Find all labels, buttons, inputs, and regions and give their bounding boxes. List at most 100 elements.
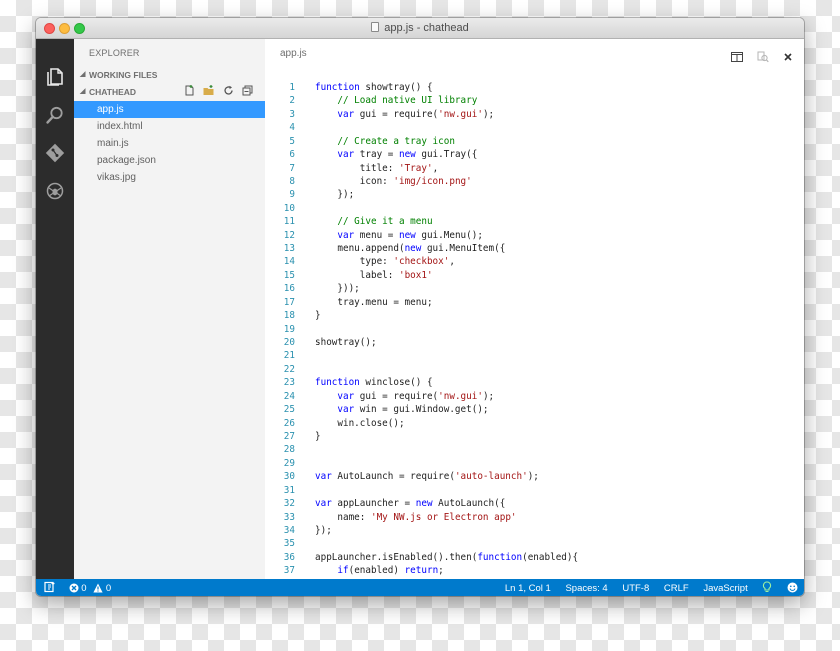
explorer-title: EXPLORER	[89, 48, 140, 58]
end-of-line[interactable]: CRLF	[664, 583, 689, 594]
encoding[interactable]: UTF-8	[622, 583, 649, 594]
code-editor: app.js 1 function showtray() {2 // Load n…	[265, 39, 804, 579]
line-number: 24	[283, 390, 295, 402]
code-line[interactable]: 23 function winclose() {	[265, 376, 804, 389]
lightbulb-icon[interactable]	[762, 581, 772, 596]
files-icon[interactable]	[45, 67, 65, 87]
code-line[interactable]: 16 }));	[265, 282, 804, 295]
code-line[interactable]: 19	[265, 323, 804, 336]
code-line[interactable]: 36 appLauncher.isEnabled().then(function(…	[265, 551, 804, 564]
split-editor-icon[interactable]	[731, 50, 744, 62]
file-item-package-json[interactable]: package.json	[74, 152, 265, 169]
line-code: });	[315, 524, 332, 536]
code-line[interactable]: 6 var tray = new gui.Tray({	[265, 148, 804, 161]
collapse-all-icon[interactable]	[242, 85, 253, 96]
code-line[interactable]: 31	[265, 484, 804, 497]
code-line[interactable]: 8 icon: 'img/icon.png'	[265, 175, 804, 188]
code-line[interactable]: 11 // Give it a menu	[265, 215, 804, 228]
code-line[interactable]: 3 var gui = require('nw.gui');	[265, 108, 804, 121]
code-line[interactable]: 15 label: 'box1'	[265, 269, 804, 282]
line-code: // Create a tray icon	[337, 135, 455, 147]
collapse-triangle-icon: ◢	[80, 71, 86, 78]
code-line[interactable]: 12 var menu = new gui.Menu();	[265, 229, 804, 242]
editor-tab-app-js[interactable]: app.js	[280, 48, 307, 59]
code-line[interactable]: 33 name: 'My NW.js or Electron app'	[265, 511, 804, 524]
search-icon[interactable]	[45, 105, 65, 125]
code-line[interactable]: 27}	[265, 430, 804, 443]
new-folder-icon[interactable]	[203, 85, 214, 96]
line-number: 14	[283, 256, 295, 268]
line-number: 21	[283, 350, 295, 362]
refresh-icon[interactable]	[223, 85, 234, 96]
file-item-app-js[interactable]: app.js	[74, 101, 265, 118]
code-line[interactable]: 2 // Load native UI library	[265, 94, 804, 107]
file-item-main-js[interactable]: main.js	[74, 135, 265, 152]
code-line[interactable]: 4	[265, 121, 804, 134]
warning-icon	[93, 583, 103, 596]
feedback-icon[interactable]	[44, 581, 56, 596]
code-line[interactable]: 34});	[265, 524, 804, 537]
code-line[interactable]: 29	[265, 457, 804, 470]
working-files-label: WORKING FILES	[89, 70, 158, 80]
line-code: // Give it a menu	[337, 216, 433, 228]
code-line[interactable]: 1 function showtray() {	[265, 81, 804, 94]
close-editor-icon[interactable]	[782, 50, 794, 62]
line-code: function showtray() {	[315, 82, 433, 93]
code-line[interactable]: 35	[265, 537, 804, 550]
language-mode[interactable]: JavaScript	[703, 583, 747, 594]
code-line[interactable]: 25 var win = gui.Window.get();	[265, 403, 804, 416]
cursor-position[interactable]: Ln 1, Col 1	[505, 583, 551, 594]
file-item-vikas-jpg[interactable]: vikas.jpg	[74, 169, 265, 186]
code-line[interactable]: 14 type: 'checkbox',	[265, 255, 804, 268]
line-code: showtray();	[315, 337, 377, 349]
code-line[interactable]: 5 // Create a tray icon	[265, 135, 804, 148]
code-line[interactable]: 10	[265, 202, 804, 215]
code-line[interactable]: 18}	[265, 309, 804, 322]
code-line[interactable]: 13 menu.append(new gui.MenuItem({	[265, 242, 804, 255]
line-number: 33	[283, 511, 295, 523]
project-section[interactable]: ◢ CHATHEAD	[74, 84, 265, 100]
status-bar: 0 0 Ln 1, Col 1 Spaces: 4 UTF-8 CRLF Jav…	[36, 579, 804, 596]
debug-icon[interactable]	[45, 181, 65, 201]
working-files-section[interactable]: ◢ WORKING FILES	[74, 67, 265, 83]
code-area[interactable]: 1 function showtray() {2 // Load native U…	[265, 81, 804, 579]
line-code: }	[315, 430, 321, 442]
code-line[interactable]: 32 var appLauncher = new AutoLaunch({	[265, 497, 804, 510]
line-number: 15	[283, 269, 295, 281]
code-line[interactable]: 24 var gui = require('nw.gui');	[265, 390, 804, 403]
code-line[interactable]: 7 title: 'Tray',	[265, 162, 804, 175]
code-line[interactable]: 28	[265, 443, 804, 456]
line-number: 32	[283, 498, 295, 510]
code-line[interactable]: 17 tray.menu = menu;	[265, 296, 804, 309]
line-number: 5	[289, 135, 295, 147]
line-code: }	[315, 310, 321, 322]
app-window: app.js - chathead EXPLORER ◢ WORKING FIL…	[36, 18, 804, 596]
line-number: 3	[289, 108, 295, 120]
code-line[interactable]: 37 if(enabled) return;	[265, 564, 804, 577]
line-code: tray.menu = menu;	[315, 296, 433, 308]
code-line[interactable]: 26 win.close();	[265, 417, 804, 430]
line-code: }));	[315, 283, 360, 295]
code-line[interactable]: 9 });	[265, 188, 804, 201]
error-count: 0	[81, 583, 87, 594]
git-icon[interactable]	[45, 143, 65, 163]
smiley-icon[interactable]	[787, 582, 798, 596]
line-number: 22	[283, 363, 295, 375]
code-line[interactable]: 21	[265, 349, 804, 362]
code-line[interactable]: 22	[265, 363, 804, 376]
line-number: 18	[283, 310, 295, 322]
line-code: icon: 'img/icon.png'	[315, 175, 472, 187]
new-file-icon[interactable]	[184, 85, 195, 96]
open-changes-icon[interactable]	[757, 50, 769, 62]
problems-indicator[interactable]: 0 0	[69, 583, 111, 596]
line-number: 9	[289, 189, 295, 201]
indentation[interactable]: Spaces: 4	[565, 583, 607, 594]
file-item-index-html[interactable]: index.html	[74, 118, 265, 135]
line-number: 16	[283, 283, 295, 295]
line-number: 2	[289, 95, 295, 107]
line-code: type: 'checkbox',	[315, 256, 455, 268]
code-line[interactable]: 30 var AutoLaunch = require('auto-launch'…	[265, 470, 804, 483]
line-number: 17	[283, 296, 295, 308]
line-number: 30	[283, 471, 295, 483]
code-line[interactable]: 20 showtray();	[265, 336, 804, 349]
